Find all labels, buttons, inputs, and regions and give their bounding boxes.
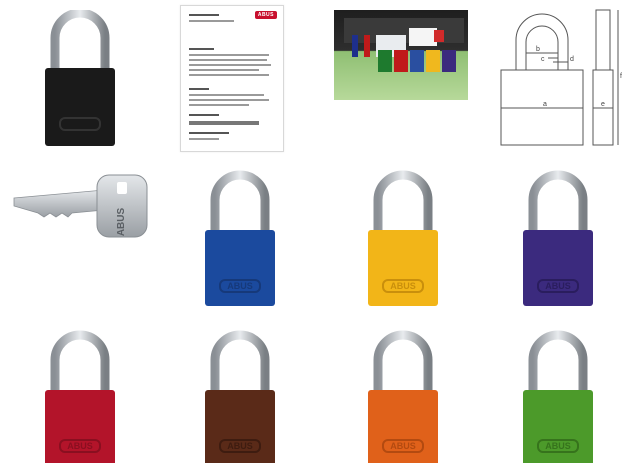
lockout-illustration (344, 18, 464, 72)
dim-label-f: f (620, 73, 622, 80)
padlock-red-image[interactable]: ABUS (40, 330, 120, 466)
dim-label-c: c (541, 56, 545, 63)
padlock-violet-logo: ABUS (545, 281, 571, 291)
padlock-brown-illustration: ABUS (205, 330, 275, 466)
padlock-orange-illustration: ABUS (368, 330, 438, 466)
dimension-diagram[interactable]: a b c d e f (498, 8, 623, 150)
padlock-violet-image[interactable]: ABUS (518, 170, 598, 310)
padlock-blue-illustration: ABUS (205, 170, 275, 306)
padlock-brown-image[interactable]: ABUS (200, 330, 280, 466)
dim-label-e: e (601, 101, 605, 108)
padlock-blue-logo: ABUS (227, 281, 253, 291)
dimension-illustration: a b c d e f (500, 9, 622, 146)
datasheet-thumbnail[interactable]: ABUS (180, 5, 284, 152)
dim-label-b: b (536, 46, 540, 53)
key-illustration: ABUS (13, 174, 148, 238)
key-engraving: ABUS (116, 208, 127, 237)
padlock-yellow-logo: ABUS (390, 281, 416, 291)
padlock-yellow-image[interactable]: ABUS (363, 170, 443, 310)
padlock-orange-image[interactable]: ABUS (363, 330, 443, 466)
padlock-green-logo: ABUS (545, 441, 571, 451)
padlock-green-illustration: ABUS (523, 330, 593, 466)
padlock-red-illustration: ABUS (45, 330, 115, 466)
padlock-black-image[interactable] (40, 8, 120, 150)
padlock-red-logo: ABUS (67, 441, 93, 451)
padlock-green-image[interactable]: ABUS (518, 330, 598, 466)
lockout-photo[interactable] (334, 10, 468, 100)
key-image[interactable]: ABUS (12, 170, 152, 240)
padlock-yellow-illustration: ABUS (368, 170, 438, 306)
padlock-brown-logo: ABUS (227, 441, 253, 451)
dim-label-a: a (543, 101, 547, 108)
padlock-black-illustration (45, 8, 115, 146)
dim-label-d: d (570, 56, 574, 63)
padlock-violet-illustration: ABUS (523, 170, 593, 306)
padlock-blue-image[interactable]: ABUS (200, 170, 280, 310)
padlock-orange-logo: ABUS (390, 441, 416, 451)
brand-logo: ABUS (254, 11, 277, 19)
